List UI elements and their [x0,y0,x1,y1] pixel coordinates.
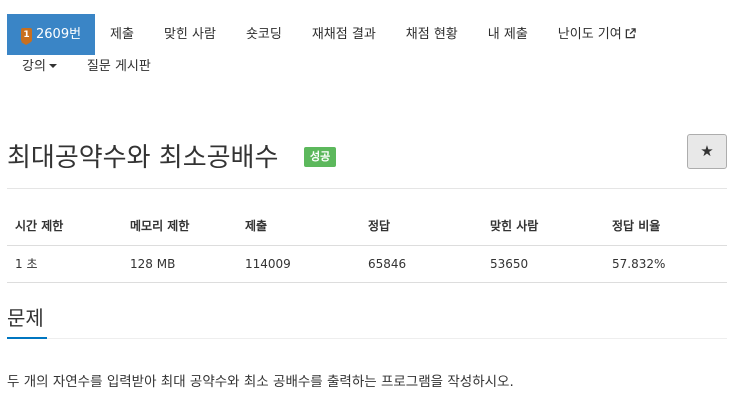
problem-menu-row-1: 1 2609번 제출 맞힌 사람 숏코딩 재채점 결과 채점 현황 내 제출 난… [7,14,737,55]
caret-down-icon [48,64,57,68]
value-time-limit: 1 초 [7,245,122,283]
problem-section-header: 문제 [7,302,727,339]
tab-difficulty-contribution[interactable]: 난이도 기여 [543,14,651,55]
status-badge: 성공 [304,147,337,167]
value-accept-ratio: 57.832% [604,245,727,283]
value-submissions: 114009 [237,245,360,283]
header-submissions: 제출 [237,207,360,246]
title-area: 최대공약수와 최소공배수 성공 ★ [7,130,727,189]
tab-short-coding[interactable]: 숏코딩 [231,14,297,55]
header-accept-ratio: 정답 비율 [604,207,727,246]
star-button[interactable]: ★ [687,134,727,169]
section-underline [7,337,47,339]
tab-lecture[interactable]: 강의 [7,55,72,93]
header-solved-users: 맞힌 사람 [482,207,604,246]
tab-question-board[interactable]: 질문 게시판 [72,55,166,93]
header-time-limit: 시간 제한 [7,207,122,246]
table-header-row: 시간 제한 메모리 제한 제출 정답 맞힌 사람 정답 비율 [7,207,727,246]
tab-judge-status[interactable]: 채점 현황 [391,14,473,55]
value-solved-users: 53650 [482,245,604,283]
header-memory-limit: 메모리 제한 [122,207,237,246]
tab-problem-label: 2609번 [36,27,82,42]
tab-difficulty-label: 난이도 기여 [557,27,622,42]
problem-description: 두 개의 자연수를 입력받아 최대 공약수와 최소 공배수를 출력하는 프로그램… [7,374,514,390]
tab-lecture-label: 강의 [22,59,46,74]
header-accepted: 정답 [360,207,482,246]
tab-problem[interactable]: 1 2609번 [7,14,96,55]
value-memory-limit: 128 MB [122,245,237,283]
problem-menu: 1 2609번 제출 맞힌 사람 숏코딩 재채점 결과 채점 현황 내 제출 난… [7,14,737,93]
external-link-icon [625,28,636,39]
problem-info-table: 시간 제한 메모리 제한 제출 정답 맞힌 사람 정답 비율 1 초 128 M… [7,207,727,283]
section-title: 문제 [7,306,44,330]
tier-badge-icon: 1 [21,27,32,45]
page-title: 최대공약수와 최소공배수 [7,143,279,173]
tab-submit[interactable]: 제출 [95,14,149,55]
table-row: 1 초 128 MB 114009 65846 53650 57.832% [7,245,727,283]
star-icon: ★ [700,142,714,160]
tab-solved-users[interactable]: 맞힌 사람 [149,14,231,55]
tab-rejudge-results[interactable]: 재채점 결과 [297,14,391,55]
tab-my-submissions[interactable]: 내 제출 [473,14,543,55]
problem-menu-row-2: 강의 질문 게시판 [7,55,737,93]
value-accepted: 65846 [360,245,482,283]
